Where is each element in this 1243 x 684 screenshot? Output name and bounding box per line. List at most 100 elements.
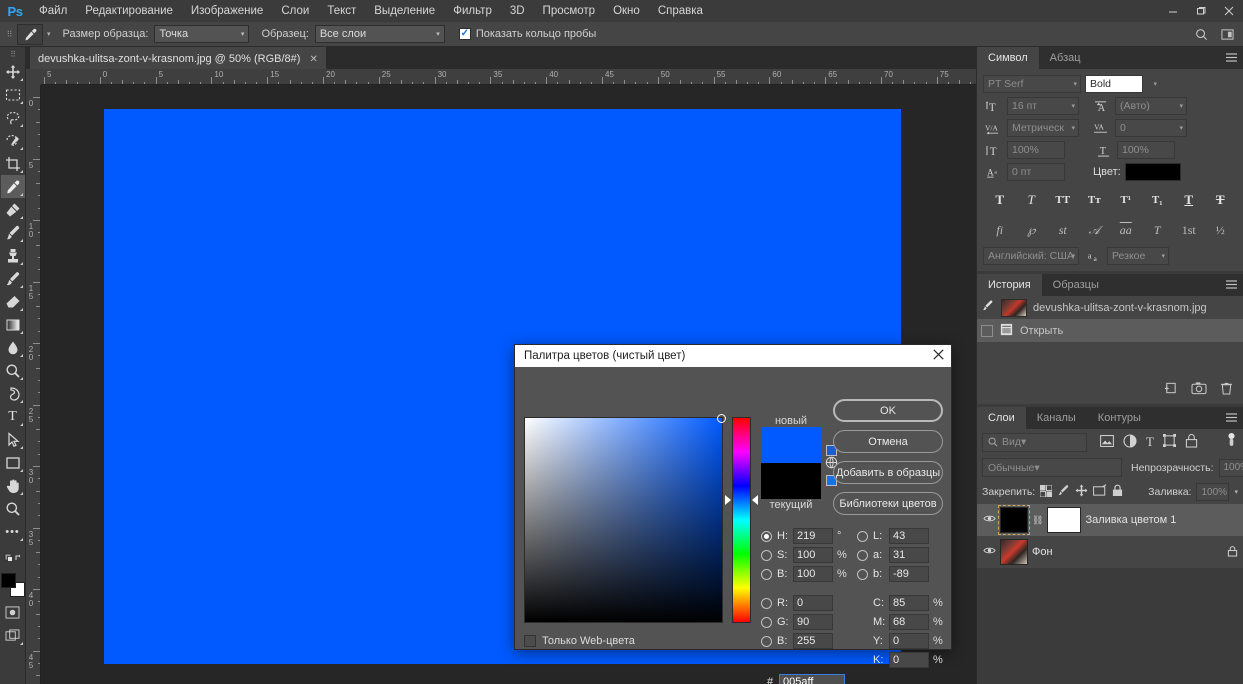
brightness-radio[interactable] — [761, 568, 772, 580]
all-caps-button[interactable]: TT — [1052, 190, 1074, 210]
menu-file[interactable]: Файл — [30, 0, 76, 22]
quick-mask-button[interactable] — [1, 601, 25, 624]
adjustment-filter-icon[interactable] — [1123, 433, 1137, 451]
vertical-scale-input[interactable]: 100% — [1007, 141, 1065, 159]
menu-type[interactable]: Текст — [318, 0, 365, 22]
layer-thumbnail[interactable] — [998, 505, 1030, 535]
horizontal-ruler[interactable]: 5 0 5 10 15 20 25 30 35 40 45 50 55 60 65 70 75 — [26, 69, 976, 85]
cyan-input[interactable]: 85 — [889, 595, 929, 611]
default-colors-and-swap[interactable] — [1, 548, 25, 571]
history-brush-tool[interactable] — [1, 267, 25, 290]
create-snapshot-icon[interactable] — [1191, 381, 1207, 398]
spot-healing-brush-tool[interactable] — [1, 198, 25, 221]
underline-button[interactable]: T — [1178, 190, 1200, 210]
tab-paragraph[interactable]: Абзац — [1039, 47, 1092, 69]
quick-selection-tool[interactable] — [1, 129, 25, 152]
image-filter-icon[interactable] — [1100, 434, 1114, 450]
lock-all-icon[interactable] — [1112, 484, 1123, 500]
edit-toolbar-button[interactable]: ••• — [1, 520, 25, 543]
menu-help[interactable]: Справка — [649, 0, 712, 22]
oldstyle-button[interactable]: aa — [1115, 220, 1137, 240]
yellow-input[interactable]: 0 — [889, 633, 929, 649]
current-tool-icon[interactable] — [17, 23, 43, 45]
menu-3d[interactable]: 3D — [501, 0, 534, 22]
new-color-swatch[interactable] — [761, 427, 821, 463]
red-input[interactable]: 0 — [793, 595, 833, 611]
dodge-tool[interactable] — [1, 359, 25, 382]
smart-object-filter-icon[interactable] — [1185, 433, 1198, 451]
font-style-chevron[interactable]: ▾ — [1147, 75, 1161, 93]
contextual-alternates-button[interactable]: ℘ — [1020, 220, 1042, 240]
menu-select[interactable]: Выделение — [365, 0, 444, 22]
brightness-input[interactable]: 100 — [793, 566, 833, 582]
magenta-input[interactable]: 68 — [889, 614, 929, 630]
tab-history[interactable]: История — [977, 274, 1042, 296]
layer-visibility-icon[interactable] — [982, 546, 996, 558]
lock-position-icon[interactable] — [1075, 484, 1088, 500]
kerning-select[interactable]: Метрическ ▾ — [1007, 119, 1079, 137]
add-to-swatches-button[interactable]: Добавить в образцы — [833, 461, 943, 484]
maximize-button[interactable] — [1187, 0, 1215, 22]
rectangular-marquee-tool[interactable] — [1, 83, 25, 106]
show-sampling-ring-checkbox[interactable]: ✓ Показать кольцо пробы — [458, 28, 596, 40]
current-color-swatch[interactable] — [761, 463, 821, 499]
language-select[interactable]: Английский: США ▾ — [983, 247, 1079, 265]
font-family-select[interactable]: PT Serf ▾ — [983, 75, 1081, 93]
ordinals-button[interactable]: 1st — [1178, 220, 1200, 240]
eyedropper-tool[interactable] — [0, 175, 25, 198]
layer-filter-select[interactable]: Вид ▾ — [982, 432, 1087, 452]
hue-input[interactable]: 219 — [793, 528, 833, 544]
subscript-button[interactable]: T₁ — [1146, 190, 1168, 210]
red-radio[interactable] — [761, 597, 772, 609]
tracking-select[interactable]: 0 ▾ — [1115, 119, 1187, 137]
foreground-background-colors[interactable] — [0, 573, 25, 597]
menu-filter[interactable]: Фильтр — [444, 0, 501, 22]
lock-image-pixels-icon[interactable] — [1057, 484, 1070, 500]
tab-layers[interactable]: Слои — [977, 407, 1026, 429]
color-picker-dialog[interactable]: Палитра цветов (чистый цвет) Только Web-… — [514, 344, 952, 684]
path-selection-tool[interactable] — [1, 428, 25, 451]
antialias-select[interactable]: Резкое ▾ — [1107, 247, 1169, 265]
lab-a-radio[interactable] — [857, 549, 868, 561]
swash-button[interactable]: 𝒜 — [1083, 220, 1105, 240]
lab-l-input[interactable]: 43 — [889, 528, 929, 544]
tab-character[interactable]: Символ — [977, 47, 1039, 69]
delete-icon[interactable] — [1220, 381, 1233, 398]
crop-tool[interactable] — [1, 152, 25, 175]
panel-menu-icon[interactable] — [1226, 413, 1237, 425]
workspace-switcher-icon[interactable] — [1215, 23, 1239, 45]
layer-mask-thumbnail[interactable] — [1047, 507, 1082, 533]
superscript-button[interactable]: T¹ — [1115, 190, 1137, 210]
lab-a-input[interactable]: 31 — [889, 547, 929, 563]
type-tool[interactable]: T — [1, 405, 25, 428]
lasso-tool[interactable] — [1, 106, 25, 129]
tab-channels[interactable]: Каналы — [1026, 407, 1087, 429]
hue-slider[interactable] — [732, 417, 751, 623]
clone-stamp-tool[interactable] — [1, 244, 25, 267]
rectangle-tool[interactable] — [1, 451, 25, 474]
layer-filter-toggle[interactable] — [1227, 432, 1236, 452]
zoom-tool[interactable] — [1, 497, 25, 520]
strikethrough-button[interactable]: T — [1209, 190, 1231, 210]
discretionary-ligatures-button[interactable]: st — [1052, 220, 1074, 240]
move-tool[interactable] — [1, 60, 25, 83]
options-bar-grip[interactable]: ⠿ — [4, 22, 14, 47]
fill-input[interactable]: 100% — [1196, 483, 1230, 501]
layer-thumbnail[interactable] — [1000, 539, 1028, 565]
history-snapshot-item[interactable]: devushka-ulitsa-zont-v-krasnom.jpg — [977, 296, 1243, 319]
layer-visibility-icon[interactable] — [982, 514, 996, 526]
panel-menu-icon[interactable] — [1226, 280, 1237, 292]
sample-select[interactable]: Все слои ▾ — [314, 25, 445, 43]
menu-layers[interactable]: Слои — [272, 0, 318, 22]
color-libraries-button[interactable]: Библиотеки цветов — [833, 492, 943, 515]
font-style-select[interactable]: Bold — [1085, 75, 1143, 93]
menu-window[interactable]: Окно — [604, 0, 649, 22]
lock-artboard-icon[interactable] — [1093, 484, 1107, 500]
hue-marker-left[interactable] — [725, 495, 731, 505]
horizontal-scale-input[interactable]: 100% — [1117, 141, 1175, 159]
foreground-color-swatch[interactable] — [0, 573, 16, 588]
minimize-button[interactable] — [1159, 0, 1187, 22]
green-input[interactable]: 90 — [793, 614, 833, 630]
blend-mode-select[interactable]: Обычные ▾ — [982, 458, 1122, 477]
eraser-tool[interactable] — [1, 290, 25, 313]
